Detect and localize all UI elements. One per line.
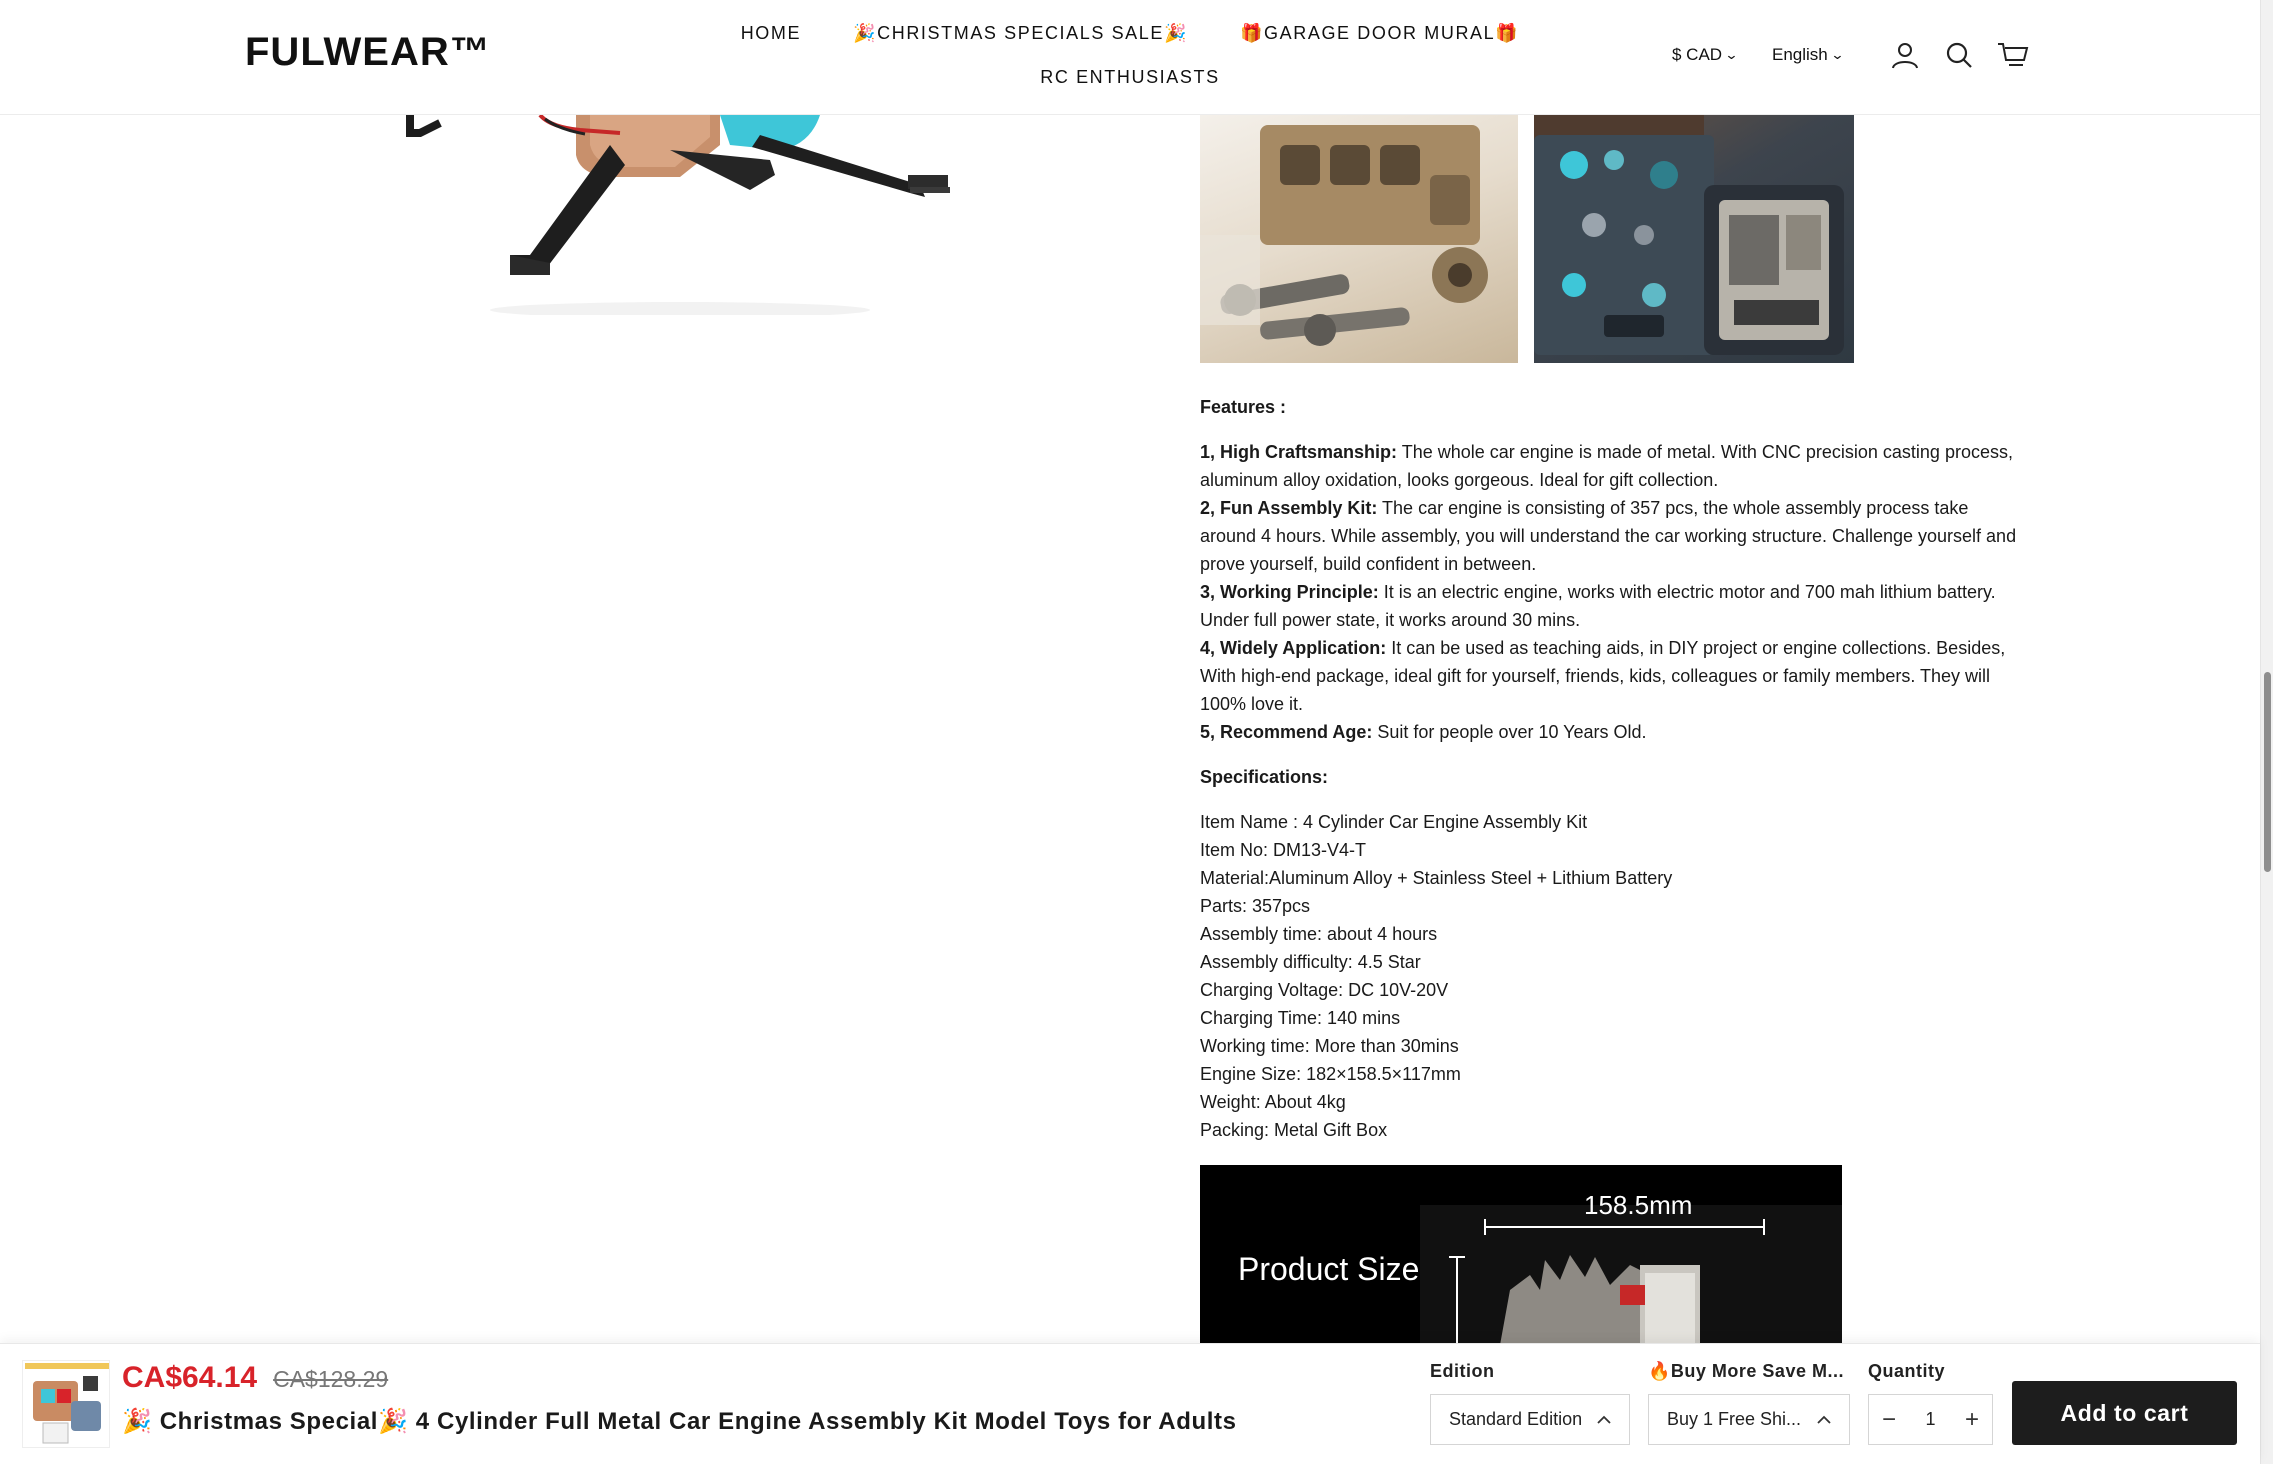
specifications-list: Item Name : 4 Cylinder Car Engine Assemb… bbox=[1200, 808, 2020, 1144]
quantity-decrease-button[interactable]: − bbox=[1869, 1395, 1909, 1444]
original-price: CA$128.29 bbox=[273, 1366, 389, 1392]
spec-item: Working time: More than 30mins bbox=[1200, 1036, 1459, 1056]
spec-item: Weight: About 4kg bbox=[1200, 1092, 1346, 1112]
quantity-input[interactable]: 1 bbox=[1909, 1409, 1952, 1430]
feature-title: 3, Working Principle: bbox=[1200, 582, 1379, 602]
nav-rc-enthusiasts[interactable]: RC ENTHUSIASTS bbox=[1040, 67, 1219, 88]
spec-item: Charging Time: 140 mins bbox=[1200, 1008, 1401, 1028]
product-thumbnail[interactable] bbox=[22, 1360, 110, 1448]
site-logo[interactable]: FULWEAR™ bbox=[245, 30, 491, 75]
specifications-heading: Specifications: bbox=[1200, 767, 1329, 787]
features-heading: Features : bbox=[1200, 397, 1287, 417]
page-scrollbar[interactable] bbox=[2260, 0, 2273, 1464]
nav-row-primary: HOME 🎉CHRISTMAS SPECIALS SALE🎉 🎁GARAGE D… bbox=[740, 18, 1520, 48]
feature-title: 2, Fun Assembly Kit: bbox=[1200, 498, 1378, 518]
product-size-banner: Product Size 158.5mm bbox=[1200, 1165, 1842, 1345]
feature-item: 3, Working Principle: It is an electric … bbox=[1200, 578, 2020, 634]
cart-icon[interactable] bbox=[1995, 38, 2031, 72]
language-selector[interactable]: English ⌄ bbox=[1771, 45, 1845, 65]
bundle-select[interactable]: Buy 1 Free Shi... bbox=[1648, 1394, 1850, 1445]
bundle-value: Buy 1 Free Shi... bbox=[1667, 1409, 1802, 1429]
nav-home[interactable]: HOME bbox=[741, 23, 801, 44]
quantity-increase-button[interactable]: + bbox=[1952, 1395, 1992, 1444]
quantity-label: Quantity bbox=[1868, 1361, 1946, 1381]
product-description: Features : 1, High Craftsmanship: The wh… bbox=[1200, 393, 2020, 1164]
size-banner-title: Product Size bbox=[1238, 1251, 1419, 1287]
chevron-down-icon: ⌄ bbox=[1830, 47, 1845, 62]
product-gallery-image[interactable] bbox=[380, 113, 1000, 318]
main-nav: HOME 🎉CHRISTMAS SPECIALS SALE🎉 🎁GARAGE D… bbox=[740, 18, 1520, 92]
feature-title: 1, High Craftsmanship: bbox=[1200, 442, 1398, 462]
feature-item: 1, High Craftsmanship: The whole car eng… bbox=[1200, 438, 2020, 494]
product-photos bbox=[1200, 115, 1854, 363]
size-banner-dimension: 158.5mm bbox=[1584, 1190, 1692, 1220]
sale-price: CA$64.14 bbox=[122, 1361, 258, 1394]
spec-item: Engine Size: 182×158.5×117mm bbox=[1200, 1064, 1461, 1084]
edition-label: Edition bbox=[1430, 1361, 1495, 1381]
engine-kit-case-photo bbox=[1534, 115, 1854, 363]
bundle-label: 🔥Buy More Save M... bbox=[1648, 1361, 1844, 1381]
language-value: English bbox=[1771, 45, 1828, 64]
quantity-stepper: − 1 + bbox=[1868, 1394, 1993, 1445]
currency-value: $ CAD bbox=[1672, 45, 1723, 64]
spec-item: Item Name : 4 Cylinder Car Engine Assemb… bbox=[1200, 812, 1588, 832]
spec-item: Assembly time: about 4 hours bbox=[1200, 924, 1438, 944]
currency-selector[interactable]: $ CAD ⌄ bbox=[1672, 45, 1739, 65]
search-icon[interactable] bbox=[1941, 38, 1977, 72]
chevron-down-icon: ⌄ bbox=[1724, 47, 1739, 62]
feature-item: 5, Recommend Age: Suit for people over 1… bbox=[1200, 718, 2020, 746]
features-list: 1, High Craftsmanship: The whole car eng… bbox=[1200, 438, 2020, 746]
nav-christmas-sale[interactable]: 🎉CHRISTMAS SPECIALS SALE🎉 bbox=[853, 23, 1188, 44]
edition-value: Standard Edition bbox=[1449, 1409, 1583, 1429]
header-utilities: $ CAD ⌄ English ⌄ bbox=[1672, 38, 2031, 72]
scrollbar-thumb[interactable] bbox=[2264, 672, 2271, 872]
nav-row-secondary: RC ENTHUSIASTS bbox=[740, 62, 1520, 92]
spec-item: Parts: 357pcs bbox=[1200, 896, 1311, 916]
add-to-cart-button[interactable]: Add to cart bbox=[2012, 1381, 2237, 1445]
spec-item: Item No: DM13-V4-T bbox=[1200, 840, 1367, 860]
feature-title: 4, Widely Application: bbox=[1200, 638, 1387, 658]
edition-select[interactable]: Standard Edition bbox=[1430, 1394, 1630, 1445]
chevron-up-icon bbox=[1817, 1409, 1831, 1430]
nav-garage-door-mural[interactable]: 🎁GARAGE DOOR MURAL🎁 bbox=[1240, 23, 1519, 44]
price-row: CA$64.14 CA$128.29 bbox=[122, 1361, 388, 1395]
engine-parts-photo bbox=[1200, 115, 1518, 363]
chevron-up-icon bbox=[1597, 1409, 1611, 1430]
feature-item: 4, Widely Application: It can be used as… bbox=[1200, 634, 2020, 718]
product-title: 🎉 Christmas Special🎉 4 Cylinder Full Met… bbox=[122, 1408, 1237, 1435]
feature-title: 5, Recommend Age: bbox=[1200, 722, 1373, 742]
account-icon[interactable] bbox=[1887, 38, 1923, 72]
spec-item: Packing: Metal Gift Box bbox=[1200, 1120, 1388, 1140]
spec-item: Charging Voltage: DC 10V-20V bbox=[1200, 980, 1449, 1000]
spec-item: Material:Aluminum Alloy + Stainless Stee… bbox=[1200, 868, 1673, 888]
feature-text: Suit for people over 10 Years Old. bbox=[1372, 722, 1647, 742]
site-header: FULWEAR™ HOME 🎉CHRISTMAS SPECIALS SALE🎉 … bbox=[0, 0, 2260, 115]
spec-item: Assembly difficulty: 4.5 Star bbox=[1200, 952, 1421, 972]
feature-item: 2, Fun Assembly Kit: The car engine is c… bbox=[1200, 494, 2020, 578]
sticky-add-to-cart-bar: CA$64.14 CA$128.29 🎉 Christmas Special🎉 … bbox=[0, 1343, 2260, 1464]
